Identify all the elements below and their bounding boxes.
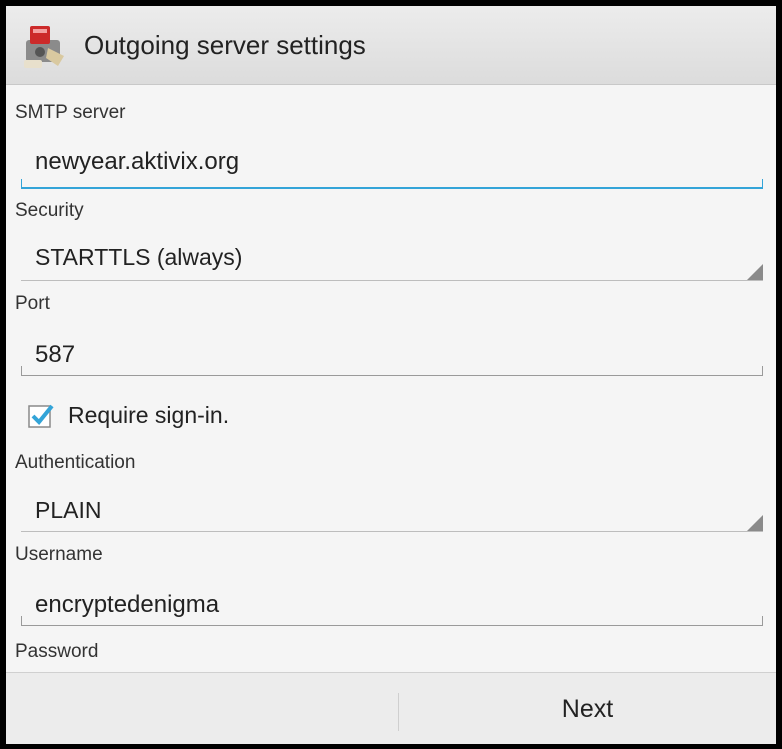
- require-signin-checkbox[interactable]: [28, 403, 54, 429]
- smtp-server-underline: [21, 179, 763, 189]
- next-button[interactable]: Next: [399, 673, 776, 744]
- require-signin-row[interactable]: Require sign-in.: [28, 402, 229, 429]
- screen-title: Outgoing server settings: [84, 29, 366, 60]
- password-label: Password: [15, 641, 99, 662]
- username-input[interactable]: encryptedenigma: [35, 591, 219, 619]
- settings-screen: Outgoing server settings SMTP server new…: [6, 6, 776, 744]
- bottom-button-bar: Next: [6, 672, 776, 744]
- port-label: Port: [15, 293, 50, 314]
- dropdown-arrow-icon: [747, 264, 763, 280]
- action-bar: Outgoing server settings: [6, 6, 776, 85]
- security-spinner-line: [21, 280, 763, 281]
- require-signin-label: Require sign-in.: [68, 402, 230, 428]
- mail-app-icon: [18, 18, 72, 72]
- authentication-spinner-line: [21, 531, 763, 532]
- security-spinner[interactable]: STARTTLS (always): [35, 244, 242, 271]
- username-label: Username: [15, 544, 103, 565]
- smtp-server-label: SMTP server: [15, 102, 126, 123]
- port-underline: [21, 366, 763, 376]
- authentication-label: Authentication: [15, 452, 136, 473]
- dropdown-arrow-icon: [747, 515, 763, 531]
- security-label: Security: [15, 200, 84, 221]
- authentication-spinner[interactable]: PLAIN: [35, 497, 101, 524]
- port-input[interactable]: 587: [35, 341, 75, 369]
- username-underline: [21, 616, 763, 626]
- smtp-server-input[interactable]: newyear.aktivix.org: [35, 148, 239, 176]
